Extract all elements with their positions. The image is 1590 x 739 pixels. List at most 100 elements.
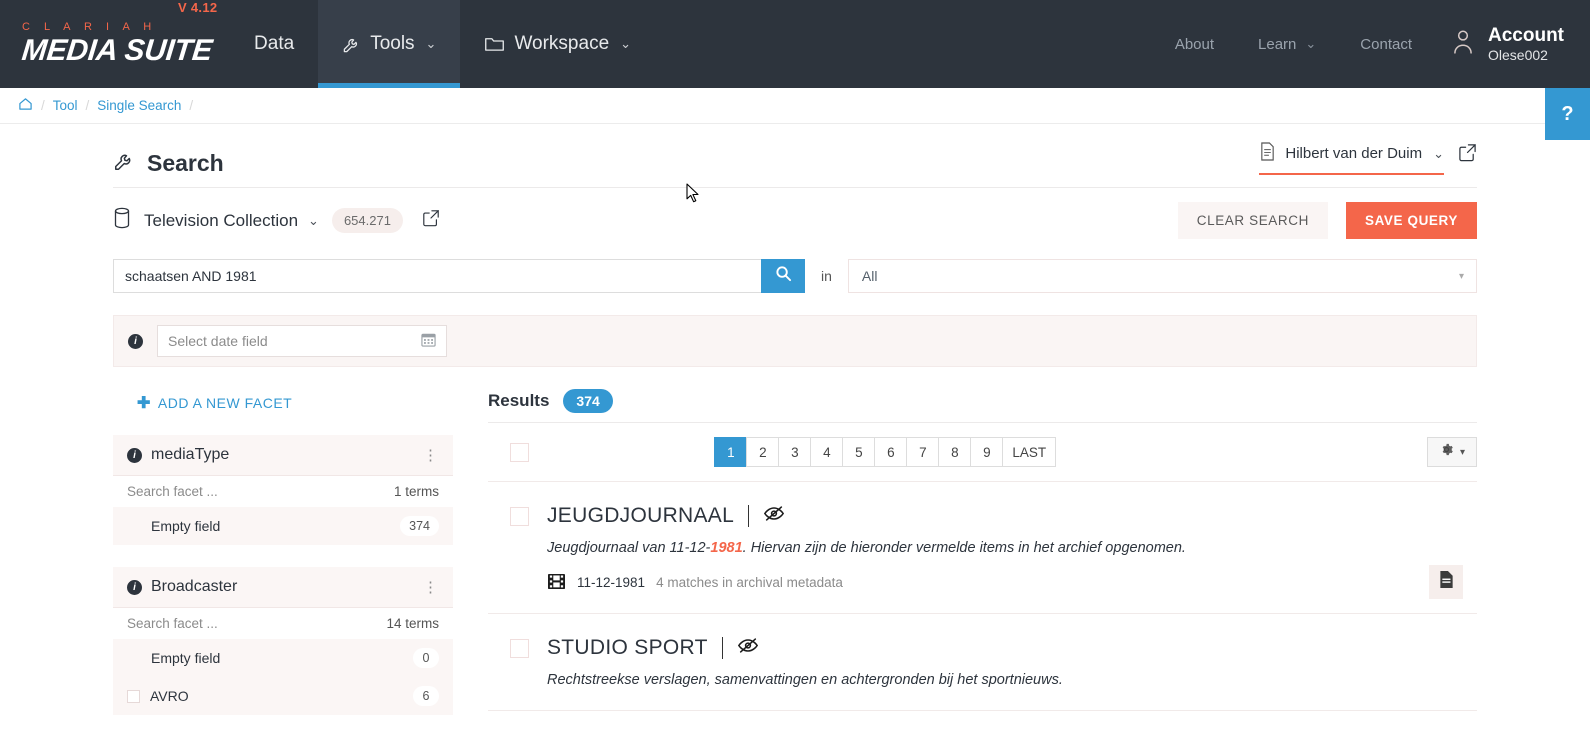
- result-meta: 11-12-1981 4 matches in archival metadat…: [547, 573, 1477, 593]
- result-document-button[interactable]: [1429, 565, 1463, 599]
- page-button-7[interactable]: 7: [906, 437, 938, 467]
- search-field-select[interactable]: All ▾: [848, 259, 1477, 293]
- account-username: Olese002: [1488, 47, 1564, 64]
- info-icon[interactable]: i: [127, 448, 142, 463]
- date-filter-bar: i Select date field: [113, 315, 1477, 367]
- result-description: Rechtstreekse verslagen, samenvattingen …: [547, 671, 1477, 691]
- divider: [722, 637, 723, 659]
- result-date: 11-12-1981: [577, 575, 645, 590]
- chevron-down-icon: ▾: [1460, 447, 1465, 458]
- page-button-8[interactable]: 8: [938, 437, 970, 467]
- page-button-4[interactable]: 4: [810, 437, 842, 467]
- user-avatar-icon: [1450, 27, 1476, 60]
- main-content: ✚ ADD A NEW FACET i mediaType ⋮ Search f…: [113, 389, 1477, 715]
- external-link-icon[interactable]: [422, 209, 440, 232]
- brand-name-text: MEDIA SUITE: [20, 35, 213, 67]
- page-content: Search Hilbert van der Duim ⌄ Television…: [0, 142, 1590, 715]
- page-button-last[interactable]: LAST: [1002, 437, 1056, 467]
- nav-label-tools: Tools: [370, 33, 414, 55]
- chevron-down-icon: ⌄: [1433, 146, 1444, 162]
- plus-icon: ✚: [137, 393, 151, 413]
- facet-header: i Broadcaster ⋮: [113, 567, 453, 608]
- facet-row-count: 6: [413, 686, 439, 706]
- result-title[interactable]: JEUGDJOURNAAL: [547, 504, 734, 528]
- results-settings-button[interactable]: ▾: [1427, 437, 1477, 467]
- collection-count: 654.271: [332, 208, 403, 233]
- project-selector[interactable]: Hilbert van der Duim ⌄: [1259, 142, 1444, 175]
- brand-version-text: V 4.12: [178, 0, 217, 15]
- page-header-row: Search Hilbert van der Duim ⌄: [113, 142, 1477, 188]
- breadcrumb-item-single-search[interactable]: Single Search: [97, 98, 181, 113]
- eye-slash-icon[interactable]: [737, 637, 759, 659]
- info-icon[interactable]: i: [128, 334, 143, 349]
- search-in-label: in: [805, 268, 848, 284]
- facet-row-label: Empty field: [151, 518, 220, 534]
- breadcrumb-separator: /: [86, 98, 90, 113]
- database-icon: [113, 207, 131, 234]
- external-link-icon[interactable]: [1458, 143, 1477, 175]
- nav-right-group: About Learn ⌄ Contact Account Olese002: [1153, 0, 1590, 88]
- facet-search-placeholder: Search facet ...: [127, 616, 218, 631]
- search-row: in All ▾: [113, 259, 1477, 293]
- nav-item-workspace[interactable]: Workspace ⌄: [460, 0, 655, 88]
- account-title: Account: [1488, 25, 1564, 47]
- chevron-down-icon: ⌄: [1305, 36, 1316, 52]
- result-desc-highlight: 1981: [710, 540, 742, 556]
- chevron-down-icon: ▾: [1459, 271, 1464, 282]
- result-title[interactable]: STUDIO SPORT: [547, 636, 708, 660]
- result-item: JEUGDJOURNAAL Jeugdjournaal van 11-12-19…: [488, 482, 1477, 614]
- pagination: 1 2 3 4 5 6 7 8 9 LAST: [714, 437, 1056, 467]
- result-checkbox[interactable]: [510, 639, 529, 658]
- nav-item-data[interactable]: Data: [230, 0, 318, 88]
- facet-row[interactable]: Empty field 0: [113, 639, 453, 677]
- account-menu[interactable]: Account Olese002: [1450, 25, 1564, 64]
- document-icon: [1438, 570, 1455, 594]
- facet-header: i mediaType ⋮: [113, 435, 453, 476]
- help-button[interactable]: ?: [1545, 88, 1590, 140]
- add-facet-button[interactable]: ✚ ADD A NEW FACET: [113, 389, 453, 413]
- result-checkbox[interactable]: [510, 507, 529, 526]
- facet-sidebar: ✚ ADD A NEW FACET i mediaType ⋮ Search f…: [113, 389, 453, 715]
- nav-link-learn[interactable]: Learn ⌄: [1236, 36, 1338, 53]
- page-button-1[interactable]: 1: [714, 437, 746, 467]
- clear-search-button[interactable]: CLEAR SEARCH: [1178, 202, 1328, 239]
- facet-row-label: Empty field: [151, 650, 220, 666]
- select-all-checkbox[interactable]: [510, 443, 529, 462]
- page-button-2[interactable]: 2: [746, 437, 778, 467]
- page-button-3[interactable]: 3: [778, 437, 810, 467]
- page-button-6[interactable]: 6: [874, 437, 906, 467]
- nav-link-contact[interactable]: Contact: [1338, 36, 1434, 53]
- facet-terms-count: 1 terms: [394, 484, 439, 499]
- page-button-9[interactable]: 9: [970, 437, 1002, 467]
- facet-search-row[interactable]: Search facet ... 1 terms: [113, 476, 453, 507]
- kebab-menu-icon[interactable]: ⋮: [423, 580, 439, 595]
- results-panel: Results 374 1 2 3 4 5 6 7 8 9 LAST: [453, 389, 1477, 711]
- page-button-5[interactable]: 5: [842, 437, 874, 467]
- folder-icon: [484, 35, 505, 53]
- chevron-down-icon: ⌄: [426, 36, 437, 52]
- facet-row-checkbox[interactable]: [127, 690, 140, 703]
- breadcrumb-item-tool[interactable]: Tool: [53, 98, 78, 113]
- search-field-value: All: [862, 268, 878, 284]
- facet-row[interactable]: Empty field 374: [113, 507, 453, 545]
- add-facet-label: ADD A NEW FACET: [158, 395, 292, 411]
- facet-terms-count: 14 terms: [386, 616, 439, 631]
- collection-name: Television Collection: [144, 211, 298, 231]
- save-query-button[interactable]: SAVE QUERY: [1346, 202, 1477, 239]
- info-icon[interactable]: i: [127, 580, 142, 595]
- film-icon: [547, 573, 566, 593]
- facet-search-row[interactable]: Search facet ... 14 terms: [113, 608, 453, 639]
- nav-link-about[interactable]: About: [1153, 36, 1236, 53]
- search-input[interactable]: [113, 259, 761, 293]
- top-navigation-bar: C L A R I A H V 4.12 MEDIA SUITE Data To…: [0, 0, 1590, 88]
- date-field-select[interactable]: Select date field: [157, 325, 447, 357]
- facet-row[interactable]: AVRO 6: [113, 677, 453, 715]
- home-icon[interactable]: [18, 97, 33, 114]
- brand-logo[interactable]: C L A R I A H V 4.12 MEDIA SUITE: [0, 0, 230, 88]
- collection-selector[interactable]: Television Collection ⌄: [144, 211, 319, 231]
- kebab-menu-icon[interactable]: ⋮: [423, 448, 439, 463]
- nav-item-tools[interactable]: Tools ⌄: [318, 0, 460, 88]
- eye-slash-icon[interactable]: [763, 505, 785, 527]
- facet-mediatype: i mediaType ⋮ Search facet ... 1 terms E…: [113, 435, 453, 545]
- search-button[interactable]: [761, 259, 805, 293]
